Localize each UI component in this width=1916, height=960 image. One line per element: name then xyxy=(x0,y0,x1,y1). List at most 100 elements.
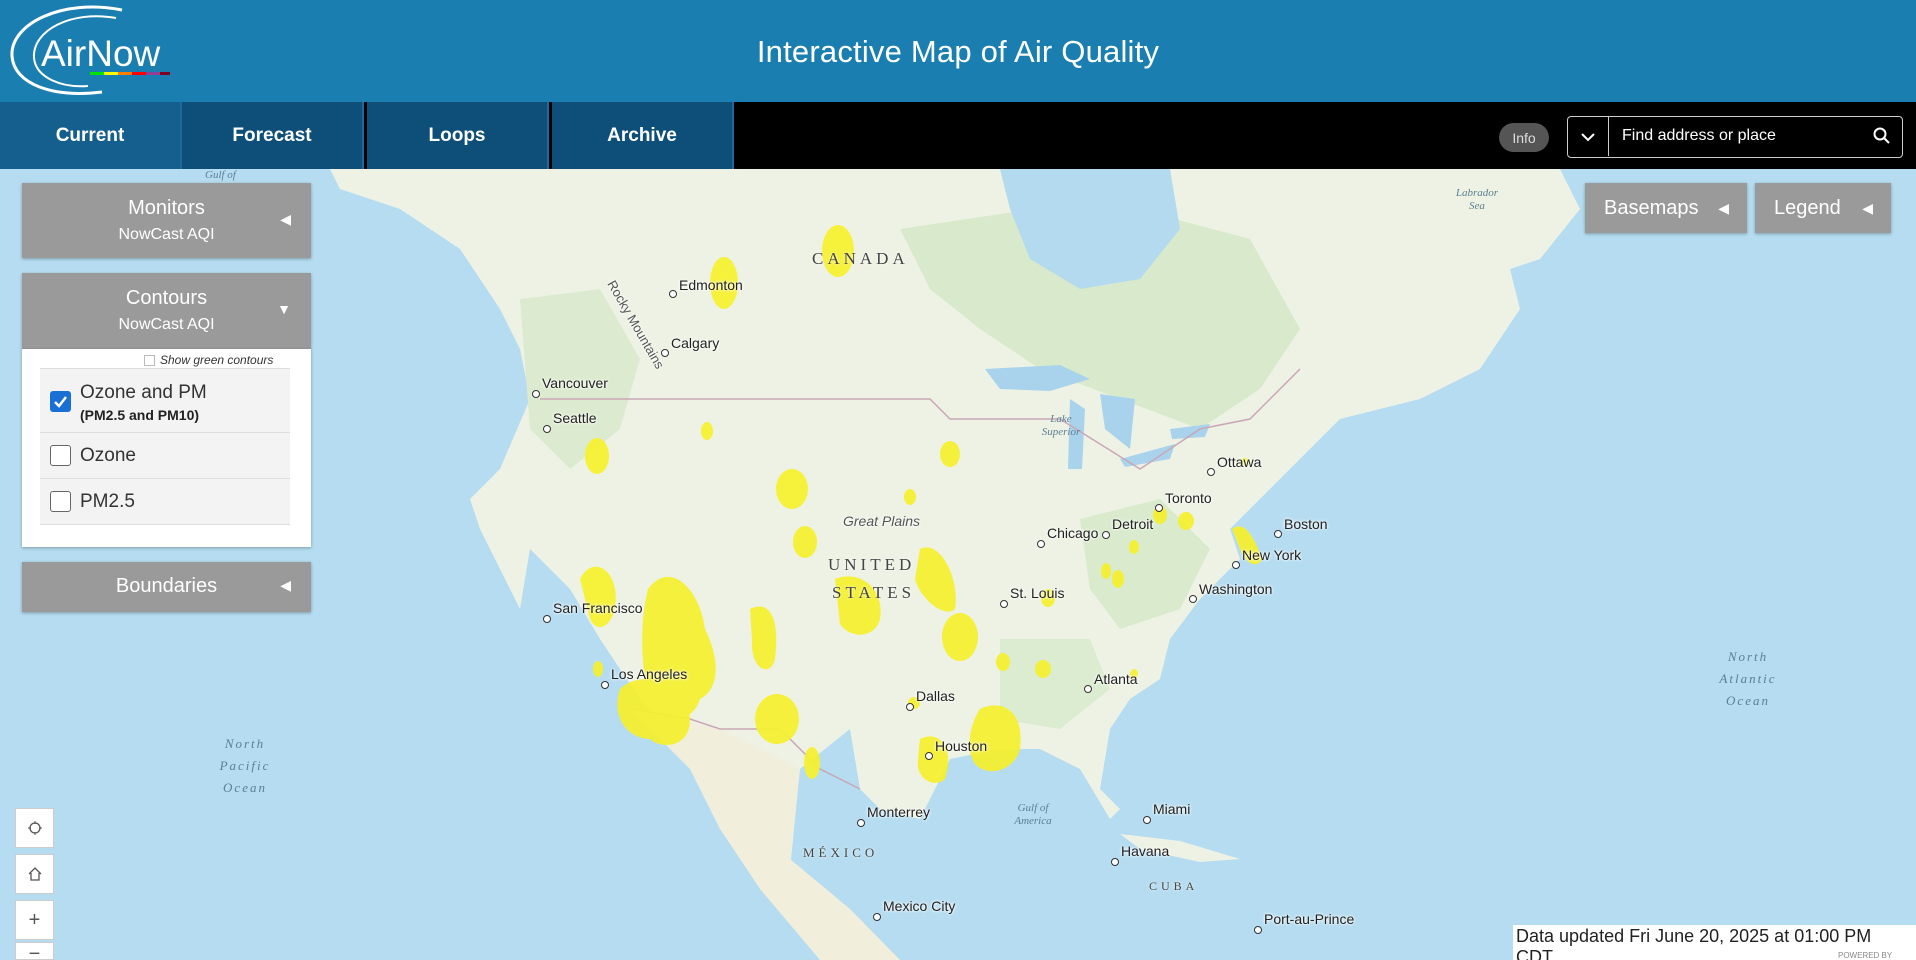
home-icon xyxy=(28,867,41,881)
contour-dakota xyxy=(940,441,960,467)
city-label-ottawa: Ottawa xyxy=(1217,454,1262,470)
label-gulf-of-america: Gulf of America xyxy=(1014,802,1052,827)
city-label-monterrey: Monterrey xyxy=(867,804,931,820)
ozone-checkbox[interactable] xyxy=(50,445,71,466)
locate-button[interactable] xyxy=(15,808,54,848)
tab-loops[interactable]: Loops xyxy=(367,102,549,169)
caret-left-icon: ◀ xyxy=(1862,199,1873,216)
header: AirNow Interactive Map of Air Quality xyxy=(0,0,1916,102)
city-label-new-york: New York xyxy=(1242,547,1302,563)
minus-icon: − xyxy=(28,943,41,960)
contour-arkansas xyxy=(942,613,978,661)
page-title: Interactive Map of Air Quality xyxy=(756,34,1160,69)
city-dot-los-angeles xyxy=(601,681,609,689)
monitors-panel-header[interactable]: Monitors NowCast AQI ◀ xyxy=(22,183,311,258)
plus-icon: + xyxy=(28,908,41,931)
ozone-label: Ozone xyxy=(80,445,136,466)
basemaps-label: Basemaps xyxy=(1604,196,1699,219)
city-dot-calgary xyxy=(661,349,669,357)
city-dot-havana xyxy=(1111,858,1119,866)
label-united: UNITED xyxy=(828,555,916,574)
city-dot-mexico-city xyxy=(873,913,881,921)
city-dot-vancouver xyxy=(532,390,540,398)
contours-panel-header[interactable]: Contours NowCast AQI ▼ xyxy=(22,273,311,349)
ozone-pm-checkbox[interactable] xyxy=(50,391,71,412)
zoom-out-button[interactable]: − xyxy=(15,942,54,960)
city-dot-st-louis xyxy=(1000,600,1008,608)
ozone-pm-label: Ozone and PM xyxy=(80,382,207,403)
contour-missouri xyxy=(996,653,1010,671)
contour-detroit xyxy=(1129,540,1139,554)
checkmark-icon xyxy=(54,396,67,408)
pm25-label: PM2.5 xyxy=(80,491,135,512)
city-label-san-francisco: San Francisco xyxy=(553,600,643,616)
powered-by-label: POWERED BY xyxy=(1838,951,1893,960)
contour-arizona xyxy=(755,694,799,744)
city-dot-boston xyxy=(1274,530,1282,538)
search-icon[interactable] xyxy=(1872,126,1892,146)
caret-left-icon: ◀ xyxy=(280,211,291,227)
city-label-dallas: Dallas xyxy=(916,688,955,704)
city-label-vancouver: Vancouver xyxy=(542,375,608,391)
city-dot-toronto xyxy=(1155,504,1163,512)
label-north-atlantic-ocean: North Atlantic Ocean xyxy=(1719,649,1777,708)
contour-iowa xyxy=(904,489,916,505)
ozone-pm-sublabel: (PM2.5 and PM10) xyxy=(80,407,200,423)
city-dot-houston xyxy=(925,752,933,760)
monitors-title: Monitors xyxy=(128,197,205,219)
label-gulf-of: Gulf of xyxy=(205,169,236,181)
label-cuba: CUBA xyxy=(1149,879,1199,893)
city-dot-port-au-prince xyxy=(1254,926,1262,934)
tab-forecast[interactable]: Forecast xyxy=(182,102,364,169)
home-button[interactable] xyxy=(15,854,54,894)
contours-title: Contours xyxy=(125,287,208,309)
pollutant-option-ozone[interactable]: Ozone xyxy=(40,433,290,479)
info-button[interactable]: Info xyxy=(1499,123,1549,152)
city-label-atlanta: Atlanta xyxy=(1094,671,1138,687)
tab-archive[interactable]: Archive xyxy=(552,102,734,169)
contour-idaho xyxy=(701,422,713,440)
search-input[interactable]: Find address or place xyxy=(1622,127,1776,145)
contour-wyoming xyxy=(793,526,817,558)
caret-left-icon: ◀ xyxy=(1718,199,1729,216)
contour-ohio-2 xyxy=(1112,570,1124,588)
label-mexico: MÉXICO xyxy=(803,845,879,860)
green-contours-label: Show green contours xyxy=(160,353,274,367)
show-green-contours-toggle[interactable]: Show green contours xyxy=(144,353,273,367)
label-states: STATES xyxy=(832,583,916,602)
contour-texas-south xyxy=(804,747,820,779)
city-label-mexico-city: Mexico City xyxy=(883,898,956,914)
contour-ontario xyxy=(1178,512,1194,530)
city-dot-monterrey xyxy=(857,819,865,827)
pm25-checkbox[interactable] xyxy=(50,491,71,512)
caret-left-icon: ◀ xyxy=(280,577,291,593)
search-source-dropdown[interactable] xyxy=(1568,117,1609,156)
tab-current[interactable]: Current xyxy=(0,102,182,169)
green-contours-checkbox[interactable] xyxy=(144,354,155,366)
contour-california-south xyxy=(593,661,603,677)
city-label-toronto: Toronto xyxy=(1165,490,1212,506)
city-dot-detroit xyxy=(1102,531,1110,539)
zoom-in-button[interactable]: + xyxy=(15,900,54,940)
basemaps-button[interactable]: Basemaps ◀ xyxy=(1585,183,1747,233)
boundaries-title: Boundaries xyxy=(115,575,218,597)
city-dot-san-francisco xyxy=(543,615,551,623)
pollutant-option-pm25[interactable]: PM2.5 xyxy=(40,479,290,525)
crosshair-icon xyxy=(27,821,42,835)
city-label-calgary: Calgary xyxy=(671,335,720,351)
city-dot-edmonton xyxy=(669,290,677,298)
city-label-boston: Boston xyxy=(1284,516,1328,532)
city-label-edmonton: Edmonton xyxy=(679,277,743,293)
contour-ohio-1 xyxy=(1101,563,1111,579)
pollutant-option-ozone-pm[interactable]: Ozone and PM (PM2.5 and PM10) xyxy=(40,368,290,433)
boundaries-panel-header[interactable]: Boundaries ◀ xyxy=(22,562,311,612)
legend-label: Legend xyxy=(1774,196,1841,219)
contour-tennessee xyxy=(1035,660,1051,678)
label-labrador-sea: Labrador Sea xyxy=(1455,187,1499,212)
city-label-seattle: Seattle xyxy=(553,410,597,426)
city-label-houston: Houston xyxy=(935,738,988,754)
city-dot-atlanta xyxy=(1084,685,1092,693)
contour-seattle xyxy=(585,438,609,474)
legend-button[interactable]: Legend ◀ xyxy=(1755,183,1891,233)
label-lake-superior: Lake Superior xyxy=(1041,413,1081,438)
